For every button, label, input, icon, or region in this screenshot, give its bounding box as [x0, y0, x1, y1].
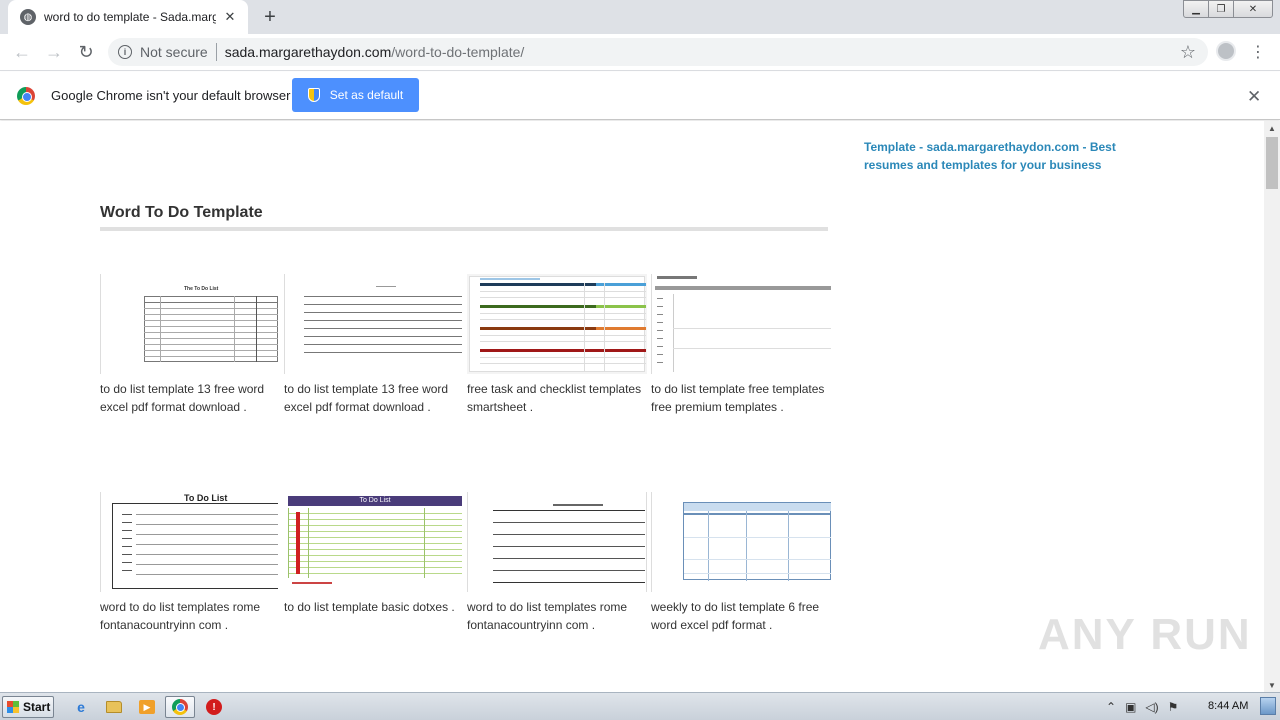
uac-shield-icon	[307, 88, 320, 102]
sidebar-site-link[interactable]: Template - sada.margarethaydon.com - Bes…	[864, 138, 1134, 174]
action-center-flag-icon[interactable]: ⚑	[1168, 700, 1179, 714]
gallery-card[interactable]: to do list template free templates free …	[651, 274, 831, 416]
gallery-card[interactable]: To Do List to do list template basic dot…	[284, 492, 464, 616]
tab-strip: ◍ word to do template - Sada.margarethay…	[0, 0, 1280, 34]
window-maximize-button[interactable]: ❐	[1208, 0, 1234, 18]
page-title: Word To Do Template	[100, 204, 263, 221]
card-thumbnail[interactable]	[467, 274, 647, 374]
card-caption[interactable]: to do list template free templates free …	[651, 380, 829, 416]
title-divider	[100, 227, 828, 231]
card-thumbnail[interactable]	[284, 274, 464, 374]
taskbar-clock[interactable]: 8:44 AM	[1208, 700, 1248, 712]
stop-sign-icon[interactable]: !	[201, 696, 227, 718]
windows-taskbar: Start e ▶ ! ⌃ ▣ ◁) ⚑ 8:44 AM	[0, 692, 1280, 720]
tab-title: word to do template - Sada.margarethaydo…	[44, 10, 216, 24]
media-player-icon[interactable]: ▶	[134, 696, 160, 718]
network-icon[interactable]: ▣	[1125, 700, 1136, 714]
back-button[interactable]: ←	[10, 40, 34, 64]
browser-toolbar: ← → ↻ i Not secure sada.margarethaydon.c…	[0, 34, 1280, 71]
file-explorer-icon[interactable]	[101, 696, 127, 718]
url-host[interactable]: sada.margarethaydon.com	[225, 44, 392, 60]
card-thumbnail[interactable]	[651, 492, 831, 592]
gallery-card[interactable]: weekly to do list template 6 free word e…	[651, 492, 831, 634]
card-thumbnail[interactable]: To Do List	[284, 492, 464, 592]
vertical-scrollbar[interactable]: ▲ ▼	[1264, 121, 1280, 692]
gallery-card[interactable]: free task and checklist templates smarts…	[467, 274, 647, 416]
chrome-logo-icon	[17, 87, 35, 105]
card-caption[interactable]: to do list template 13 free word excel p…	[100, 380, 278, 416]
scroll-up-arrow-icon[interactable]: ▲	[1264, 121, 1280, 135]
star-icon[interactable]: ☆	[1180, 42, 1196, 63]
gallery-card[interactable]: The To Do List to do list template 13 fr…	[100, 274, 280, 416]
set-as-default-button[interactable]: Set as default	[292, 78, 419, 112]
thumb-heading: The To Do List	[184, 286, 219, 292]
card-thumbnail[interactable]	[467, 492, 647, 592]
card-thumbnail[interactable]: To Do List	[100, 492, 280, 592]
default-browser-infobar: Google Chrome isn't your default browser…	[0, 72, 1280, 120]
anyrun-watermark: ANY RUN	[1038, 610, 1252, 659]
start-label: Start	[23, 700, 51, 714]
gallery-card[interactable]: word to do list templates rome fontanaco…	[467, 492, 647, 634]
tab-close-icon[interactable]: ✕	[222, 9, 238, 25]
forward-button[interactable]: →	[42, 40, 66, 64]
window-close-button[interactable]: ✕	[1233, 0, 1273, 18]
chrome-taskbar-icon[interactable]	[165, 696, 195, 718]
internet-explorer-icon[interactable]: e	[68, 696, 94, 718]
card-caption[interactable]: word to do list templates rome fontanaco…	[100, 598, 278, 634]
new-tab-button[interactable]: +	[258, 5, 282, 29]
gallery-card[interactable]: To Do List word to do list templates rom…	[100, 492, 280, 634]
scroll-thumb[interactable]	[1266, 137, 1278, 189]
card-caption[interactable]: free task and checklist templates smarts…	[467, 380, 645, 416]
volume-icon[interactable]: ◁)	[1145, 700, 1158, 714]
card-caption[interactable]: weekly to do list template 6 free word e…	[651, 598, 829, 634]
info-icon[interactable]: i	[118, 45, 132, 59]
browser-tab-active[interactable]: ◍ word to do template - Sada.margarethay…	[8, 0, 248, 34]
window-minimize-button[interactable]: ▁	[1183, 0, 1209, 18]
gallery-card[interactable]: to do list template 13 free word excel p…	[284, 274, 464, 416]
url-path[interactable]: /word-to-do-template/	[391, 44, 524, 60]
tray-expand-icon[interactable]: ⌃	[1106, 700, 1116, 714]
globe-icon: ◍	[20, 9, 36, 25]
windows-logo-icon	[7, 701, 19, 713]
system-tray: ⌃ ▣ ◁) ⚑	[1106, 696, 1178, 718]
omnibox-divider	[215, 43, 217, 61]
card-caption[interactable]: to do list template 13 free word excel p…	[284, 380, 462, 416]
infobar-close-icon[interactable]: ✕	[1247, 87, 1261, 107]
set-as-default-label: Set as default	[329, 88, 404, 102]
page-content: Template - sada.margarethaydon.com - Bes…	[0, 121, 1264, 692]
start-button[interactable]: Start	[2, 696, 54, 718]
kebab-menu-icon[interactable]: ⋮	[1250, 40, 1266, 64]
card-thumbnail[interactable]	[651, 274, 831, 374]
reload-button[interactable]: ↻	[74, 40, 98, 64]
profile-icon[interactable]	[1216, 41, 1236, 61]
scroll-down-arrow-icon[interactable]: ▼	[1264, 678, 1280, 692]
show-desktop-button[interactable]	[1260, 697, 1276, 715]
address-bar[interactable]: i Not secure sada.margarethaydon.com /wo…	[108, 38, 1208, 66]
card-caption[interactable]: word to do list templates rome fontanaco…	[467, 598, 645, 634]
card-thumbnail[interactable]: The To Do List	[100, 274, 280, 374]
thumb-heading: To Do List	[288, 496, 462, 506]
infobar-message: Google Chrome isn't your default browser	[51, 88, 291, 103]
security-label[interactable]: Not secure	[140, 44, 208, 60]
thumb-heading: To Do List	[184, 493, 228, 503]
card-caption[interactable]: to do list template basic dotxes .	[284, 598, 462, 616]
